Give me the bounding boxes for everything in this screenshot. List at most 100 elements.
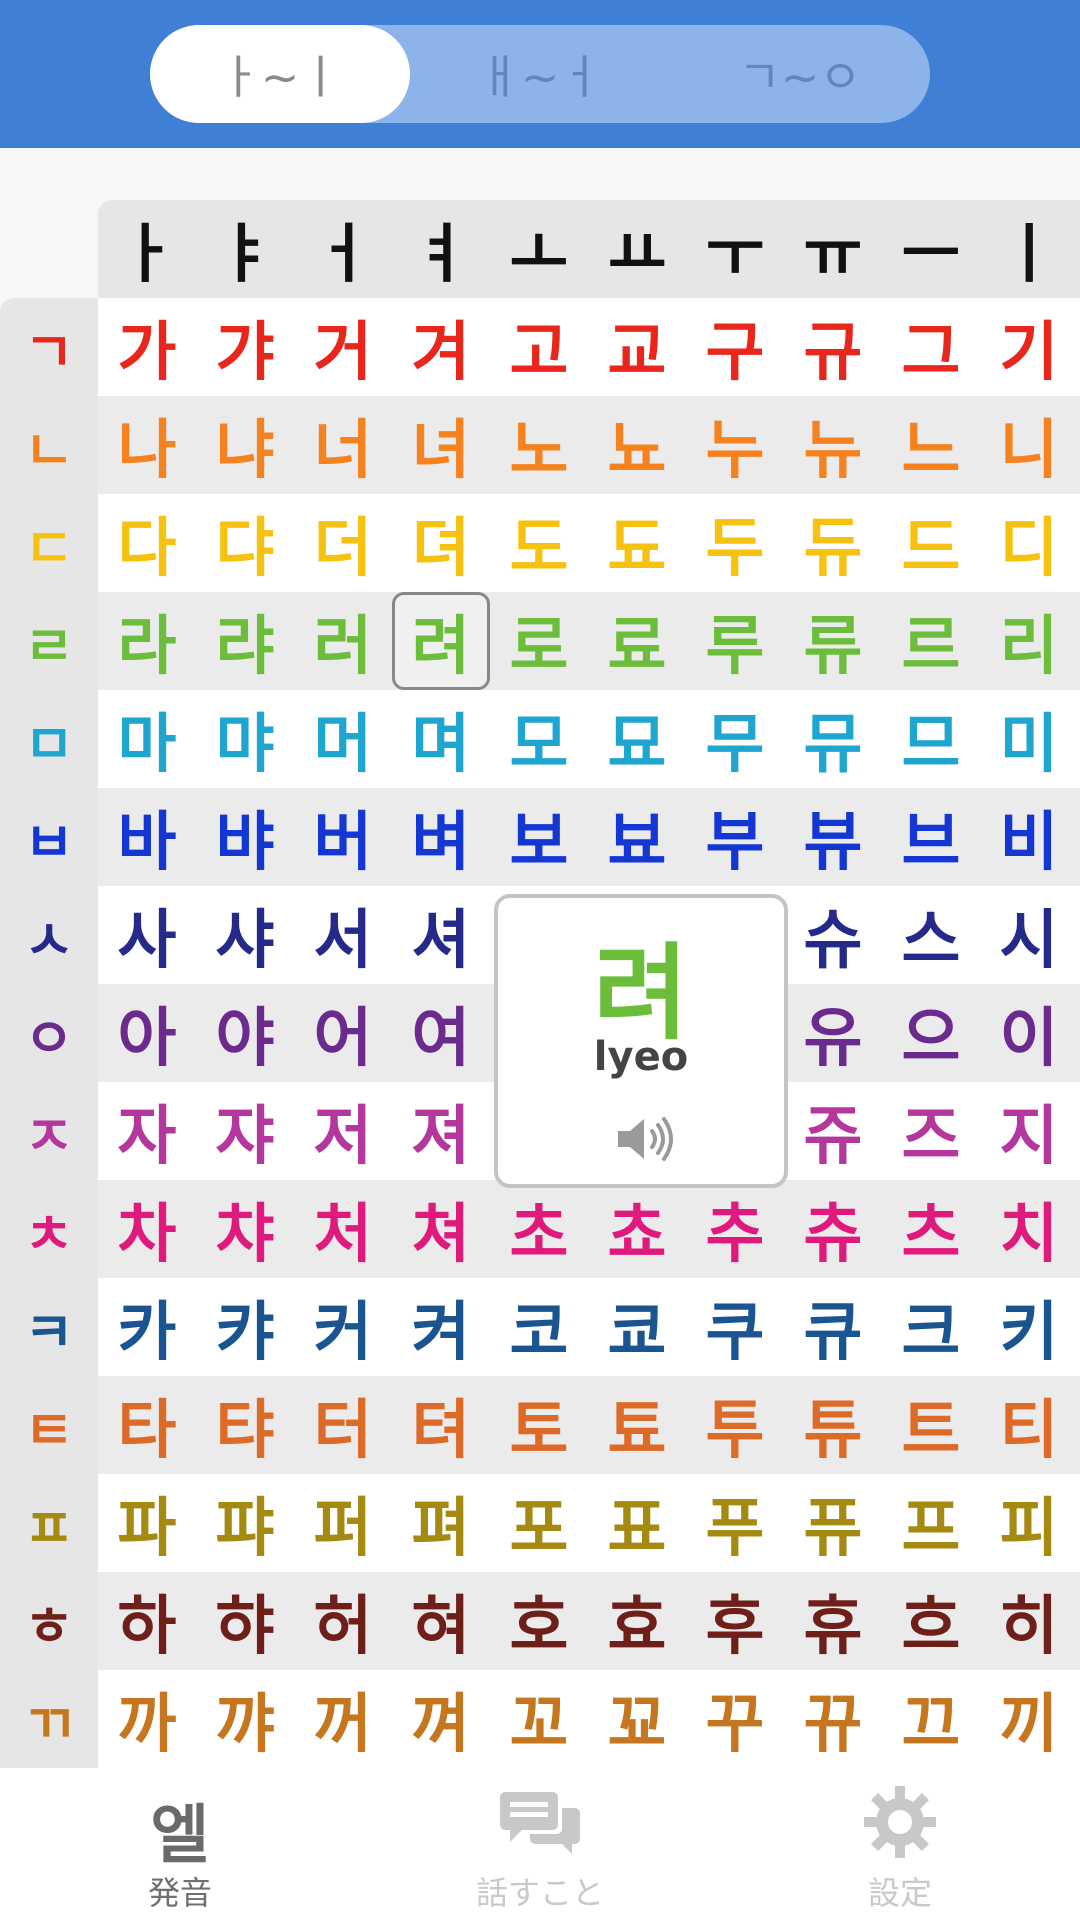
syllable-cell[interactable]: 쳐 — [392, 1180, 490, 1278]
syllable-cell[interactable]: 자 — [98, 1082, 196, 1180]
syllable-cell[interactable]: 코 — [490, 1278, 588, 1376]
syllable-cell[interactable]: 무 — [686, 690, 784, 788]
syllable-cell[interactable]: 교 — [588, 298, 686, 396]
syllable-cell[interactable]: 츄 — [784, 1180, 882, 1278]
syllable-cell[interactable]: 됴 — [588, 494, 686, 592]
tab-pronunciation[interactable]: 엘 発音 — [0, 1768, 360, 1920]
syllable-cell[interactable]: 튜 — [784, 1376, 882, 1474]
syllable-cell[interactable]: 슈 — [784, 886, 882, 984]
syllable-cell[interactable]: 포 — [490, 1474, 588, 1572]
syllable-cell[interactable]: 그 — [882, 298, 980, 396]
syllable-cell[interactable]: 큐 — [784, 1278, 882, 1376]
syllable-cell[interactable]: 랴 — [196, 592, 294, 690]
syllable-cell[interactable]: 보 — [490, 788, 588, 886]
syllable-cell[interactable]: 프 — [882, 1474, 980, 1572]
syllable-cell[interactable]: 누 — [686, 396, 784, 494]
syllable-cell[interactable]: 묘 — [588, 690, 686, 788]
syllable-cell[interactable]: 려 — [392, 592, 490, 690]
syllable-cell[interactable]: 휴 — [784, 1572, 882, 1670]
syllable-cell[interactable]: 흐 — [882, 1572, 980, 1670]
syllable-cell[interactable]: 키 — [980, 1278, 1078, 1376]
syllable-cell[interactable]: 꼬 — [490, 1670, 588, 1768]
syllable-cell[interactable]: 까 — [98, 1670, 196, 1768]
syllable-cell[interactable]: 꾸 — [686, 1670, 784, 1768]
syllable-cell[interactable]: 효 — [588, 1572, 686, 1670]
syllable-cell[interactable]: 끼 — [980, 1670, 1078, 1768]
syllable-cell[interactable]: 가 — [98, 298, 196, 396]
syllable-cell[interactable]: 타 — [98, 1376, 196, 1474]
syllable-cell[interactable]: 쟈 — [196, 1082, 294, 1180]
speaker-icon[interactable] — [614, 1114, 676, 1164]
syllable-cell[interactable]: 쿠 — [686, 1278, 784, 1376]
syllable-cell[interactable]: 므 — [882, 690, 980, 788]
syllable-cell[interactable]: 어 — [294, 984, 392, 1082]
syllable-cell[interactable]: 스 — [882, 886, 980, 984]
syllable-cell[interactable]: 피 — [980, 1474, 1078, 1572]
syllable-cell[interactable]: 시 — [980, 886, 1078, 984]
syllable-cell[interactable]: 비 — [980, 788, 1078, 886]
syllable-cell[interactable]: 뉴 — [784, 396, 882, 494]
syllable-cell[interactable]: 드 — [882, 494, 980, 592]
syllable-cell[interactable]: 뮤 — [784, 690, 882, 788]
syllable-cell[interactable]: 더 — [294, 494, 392, 592]
syllable-cell[interactable]: 크 — [882, 1278, 980, 1376]
syllable-cell[interactable]: 미 — [980, 690, 1078, 788]
syllable-cell[interactable]: 기 — [980, 298, 1078, 396]
syllable-cell[interactable]: 모 — [490, 690, 588, 788]
syllable-cell[interactable]: 니 — [980, 396, 1078, 494]
syllable-cell[interactable]: 꾜 — [588, 1670, 686, 1768]
syllable-cell[interactable]: 노 — [490, 396, 588, 494]
syllable-cell[interactable]: 류 — [784, 592, 882, 690]
syllable-cell[interactable]: 커 — [294, 1278, 392, 1376]
syllable-cell[interactable]: 여 — [392, 984, 490, 1082]
syllable-cell[interactable]: 껴 — [392, 1670, 490, 1768]
syllable-cell[interactable]: 캬 — [196, 1278, 294, 1376]
syllable-cell[interactable]: 두 — [686, 494, 784, 592]
segment-basic-vowels[interactable]: ㅏ~ㅣ — [150, 25, 410, 123]
syllable-cell[interactable]: 꺄 — [196, 1670, 294, 1768]
syllable-cell[interactable]: 규 — [784, 298, 882, 396]
syllable-cell[interactable]: 느 — [882, 396, 980, 494]
syllable-cell[interactable]: 사 — [98, 886, 196, 984]
syllable-cell[interactable]: 텨 — [392, 1376, 490, 1474]
syllable-cell[interactable]: 서 — [294, 886, 392, 984]
syllable-cell[interactable]: 버 — [294, 788, 392, 886]
syllable-cell[interactable]: 냐 — [196, 396, 294, 494]
syllable-cell[interactable]: 켜 — [392, 1278, 490, 1376]
syllable-cell[interactable]: 듀 — [784, 494, 882, 592]
syllable-cell[interactable]: 녀 — [392, 396, 490, 494]
segment-compound-vowels[interactable]: ㅐ~ㅓ — [410, 25, 670, 123]
syllable-cell[interactable]: 르 — [882, 592, 980, 690]
syllable-cell[interactable]: 댜 — [196, 494, 294, 592]
tab-settings[interactable]: 設定 — [720, 1768, 1080, 1920]
syllable-cell[interactable]: 히 — [980, 1572, 1078, 1670]
syllable-cell[interactable]: 라 — [98, 592, 196, 690]
syllable-cell[interactable]: 아 — [98, 984, 196, 1082]
syllable-cell[interactable]: 퍼 — [294, 1474, 392, 1572]
syllable-cell[interactable]: 퍄 — [196, 1474, 294, 1572]
syllable-cell[interactable]: 혀 — [392, 1572, 490, 1670]
syllable-cell[interactable]: 뇨 — [588, 396, 686, 494]
syllable-cell[interactable]: 리 — [980, 592, 1078, 690]
syllable-cell[interactable]: 갸 — [196, 298, 294, 396]
syllable-cell[interactable]: 처 — [294, 1180, 392, 1278]
syllable-cell[interactable]: 뀨 — [784, 1670, 882, 1768]
syllable-cell[interactable]: 하 — [98, 1572, 196, 1670]
syllable-cell[interactable]: 야 — [196, 984, 294, 1082]
syllable-cell[interactable]: 끄 — [882, 1670, 980, 1768]
syllable-cell[interactable]: 카 — [98, 1278, 196, 1376]
syllable-cell[interactable]: 바 — [98, 788, 196, 886]
syllable-cell[interactable]: 쵸 — [588, 1180, 686, 1278]
syllable-cell[interactable]: 챠 — [196, 1180, 294, 1278]
syllable-cell[interactable]: 고 — [490, 298, 588, 396]
syllable-cell[interactable]: 거 — [294, 298, 392, 396]
syllable-cell[interactable]: 도 — [490, 494, 588, 592]
syllable-cell[interactable]: 투 — [686, 1376, 784, 1474]
syllable-cell[interactable]: 허 — [294, 1572, 392, 1670]
syllable-cell[interactable]: 겨 — [392, 298, 490, 396]
syllable-cell[interactable]: 먀 — [196, 690, 294, 788]
syllable-cell[interactable]: 티 — [980, 1376, 1078, 1474]
syllable-cell[interactable]: 너 — [294, 396, 392, 494]
syllable-cell[interactable]: 이 — [980, 984, 1078, 1082]
syllable-cell[interactable]: 샤 — [196, 886, 294, 984]
